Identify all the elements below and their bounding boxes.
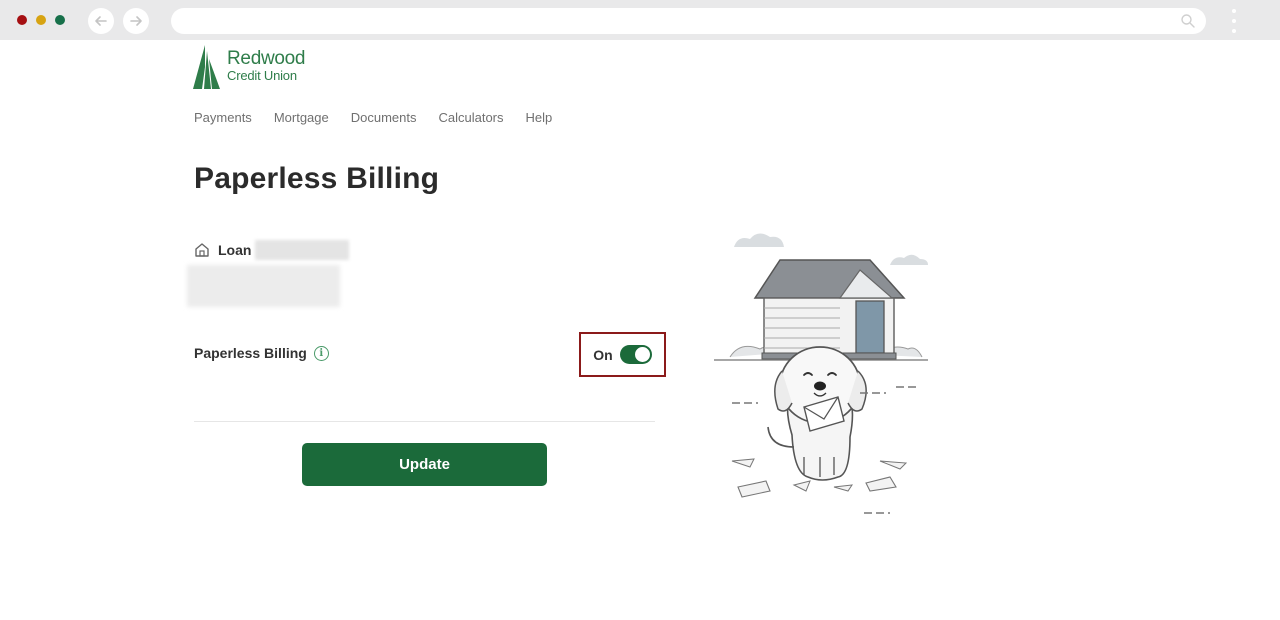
nav-item-mortgage[interactable]: Mortgage: [274, 110, 329, 125]
back-button[interactable]: [88, 8, 114, 34]
search-icon[interactable]: [1180, 13, 1196, 29]
forward-button[interactable]: [123, 8, 149, 34]
nav-item-help[interactable]: Help: [526, 110, 553, 125]
loan-label: Loan: [218, 242, 252, 258]
nav-item-payments[interactable]: Payments: [194, 110, 252, 125]
brand-subtitle: Credit Union: [227, 68, 297, 83]
nav-item-calculators[interactable]: Calculators: [438, 110, 503, 125]
toggle-knob: [634, 347, 650, 362]
dog-with-mail-illustration: [714, 233, 928, 514]
toggle-highlight: On: [579, 332, 666, 377]
maximize-window-dot[interactable]: [55, 15, 65, 25]
minimize-window-dot[interactable]: [36, 15, 46, 25]
redacted-loan-number: [255, 240, 350, 260]
redacted-account-details: [187, 265, 340, 307]
nav-item-documents[interactable]: Documents: [351, 110, 417, 125]
arrow-left-icon: [95, 16, 107, 26]
brand-name: Redwood: [227, 48, 306, 69]
brand-logo[interactable]: Redwood Credit Union: [193, 45, 305, 90]
redwood-tree-icon: [193, 45, 220, 89]
arrow-right-icon: [130, 16, 142, 26]
paperless-billing-label: Paperless Billing: [194, 345, 307, 361]
divider: [194, 421, 655, 422]
toggle-state-label: On: [593, 346, 613, 363]
info-icon[interactable]: i: [313, 345, 329, 361]
paperless-billing-setting: Paperless Billing i: [194, 345, 329, 361]
browser-menu-icon[interactable]: [1228, 9, 1240, 33]
loan-account-row: Loan: [194, 240, 350, 260]
close-window-dot[interactable]: [17, 15, 27, 25]
browser-toolbar: [0, 0, 1280, 40]
paperless-billing-toggle[interactable]: [619, 345, 652, 364]
main-nav: Payments Mortgage Documents Calculators …: [194, 110, 574, 125]
page-title: Paperless Billing: [194, 162, 440, 195]
home-icon: [195, 243, 209, 257]
address-bar[interactable]: [171, 8, 1206, 34]
update-button[interactable]: Update: [302, 443, 547, 486]
